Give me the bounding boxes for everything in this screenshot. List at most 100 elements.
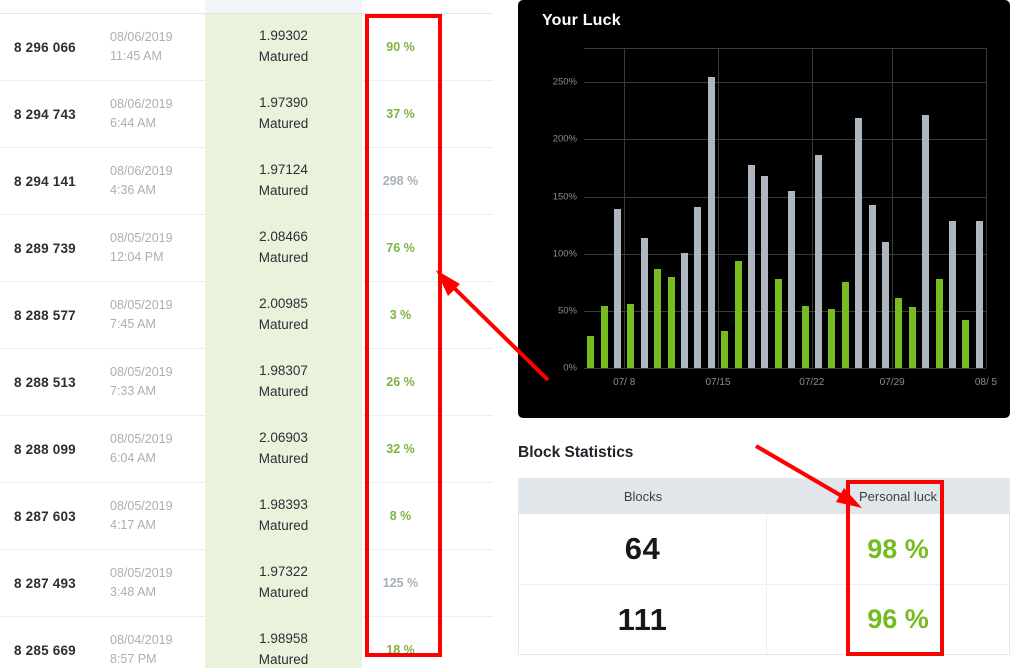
cell-date-time: 4:17 AM (110, 518, 156, 532)
cell-luck: 125 % (382, 576, 419, 590)
cell-amount-status: Matured (258, 250, 309, 265)
cell-amount-value: 1.97322 (259, 564, 308, 580)
cell-date: 08/05/2019 3:48 AM (110, 550, 205, 616)
cell-date-time: 6:04 AM (110, 451, 156, 465)
chart-bar (627, 304, 635, 368)
cell-date-day: 08/05/2019 (110, 364, 173, 379)
cell-date-day: 08/06/2019 (110, 163, 173, 178)
cell-amount-value: 1.99302 (259, 28, 308, 44)
chart-bar (721, 331, 729, 368)
table-row[interactable]: 8 288 099 08/05/2019 6:04 AM 2.06903 Matured… (0, 416, 493, 483)
block-statistics-row: 111 96 % (519, 584, 1009, 654)
chart-bar (922, 115, 930, 368)
chart-xtick-label: 07/22 (799, 377, 825, 388)
stat-tail-cell (947, 514, 1009, 584)
cell-tail (439, 81, 493, 147)
cell-amount-value: 1.97390 (259, 95, 308, 111)
cell-block-height: 8 294 743 (14, 106, 76, 122)
cell-block-height: 8 288 513 (14, 374, 76, 390)
cell-date-time: 3:48 AM (110, 585, 156, 599)
cell-amount-status: Matured (258, 116, 309, 131)
cell-date-day: 08/06/2019 (110, 96, 173, 111)
cell-date: 08/05/2019 4:17 AM (110, 483, 205, 549)
stat-personal-luck-value: 96 % (867, 604, 929, 634)
cell-amount: 1.97322 Matured (205, 550, 362, 616)
cell-date-day: 08/05/2019 (110, 431, 173, 446)
cell-amount-value: 2.06903 (259, 430, 308, 446)
cell-date-time: 7:45 AM (110, 317, 156, 331)
table-row[interactable]: 8 294 141 08/06/2019 4:36 AM 1.97124 Matured… (0, 148, 493, 215)
cell-date-time: 8:57 PM (110, 652, 157, 666)
chart-gridline-x (718, 48, 719, 368)
cell-date: 08/05/2019 7:45 AM (110, 282, 205, 348)
table-row[interactable]: 8 288 577 08/05/2019 7:45 AM 2.00985 Matured… (0, 282, 493, 349)
chart-bar (841, 282, 849, 368)
chart-bar (748, 164, 755, 368)
cell-luck: 90 % (386, 40, 415, 54)
chart-bar (654, 268, 662, 368)
chart-bar (788, 190, 796, 368)
table-row-partial (0, 0, 493, 14)
chart-bar (761, 176, 769, 368)
blocks-table-body: 8 296 066 08/06/2019 11:45 AM 1.99302 Mature… (0, 0, 493, 668)
chart-bar (614, 209, 621, 368)
cell-date: 08/06/2019 4:36 AM (110, 148, 205, 214)
cell-block-height: 8 296 066 (14, 39, 76, 55)
cell-block-height: 8 287 603 (14, 508, 76, 524)
cell-date-time: 11:45 AM (110, 49, 162, 63)
table-row[interactable]: 8 285 669 08/04/2019 8:57 PM 1.98958 Matured… (0, 617, 493, 668)
cell-luck: 8 % (389, 509, 412, 523)
cell-block-height: 8 294 141 (14, 173, 76, 189)
cell-amount-status: Matured (258, 451, 309, 466)
chart-gridline-x (892, 48, 894, 368)
chart-gridline-y (584, 82, 986, 84)
chart-gridline-y (584, 368, 986, 369)
cell-amount: 1.97124 Matured (205, 148, 362, 214)
cell-luck: 76 % (386, 241, 415, 255)
cell-block-height: 8 289 739 (14, 240, 76, 256)
table-row[interactable]: 8 287 493 08/05/2019 3:48 AM 1.97322 Matured… (0, 550, 493, 617)
cell-amount: 2.00985 Matured (205, 282, 362, 348)
cell-date-day: 08/05/2019 (110, 230, 173, 245)
stat-spacer-cell (767, 514, 849, 584)
cell-amount: 1.98958 Matured (205, 617, 362, 668)
block-statistics-body: 64 98 % 111 96 % (519, 514, 1009, 654)
cell-amount: 1.99302 Matured (205, 14, 362, 80)
chart-bar (815, 155, 822, 368)
chart-bar (640, 237, 648, 368)
cell-amount: 1.97390 Matured (205, 81, 362, 147)
cell-date-time: 4:36 AM (110, 183, 156, 197)
table-row[interactable]: 8 296 066 08/06/2019 11:45 AM 1.99302 Mature… (0, 14, 493, 81)
cell-date-day: 08/05/2019 (110, 498, 173, 513)
stat-blocks-value: 64 (624, 531, 661, 566)
table-row[interactable]: 8 287 603 08/05/2019 4:17 AM 1.98393 Matured… (0, 483, 493, 550)
chart-bar (707, 76, 715, 368)
table-row[interactable]: 8 289 739 08/05/2019 12:04 PM 2.08466 Mature… (0, 215, 493, 282)
cell-amount-status: Matured (258, 317, 309, 332)
cell-date-day: 08/05/2019 (110, 297, 173, 312)
chart-bar (801, 306, 809, 368)
cell-amount-value: 2.00985 (259, 296, 308, 312)
stat-blocks-value: 111 (617, 601, 668, 637)
cell-tail (439, 14, 493, 80)
chart-bar (600, 306, 608, 368)
cell-amount-value: 1.98958 (259, 631, 308, 647)
table-row[interactable]: 8 294 743 08/06/2019 6:44 AM 1.97390 Matured… (0, 81, 493, 148)
cell-amount: 1.98307 Matured (205, 349, 362, 415)
blocks-table-pane[interactable]: 8 296 066 08/06/2019 11:45 AM 1.99302 Mature… (0, 0, 493, 668)
chart-gridline-x (986, 48, 987, 368)
header-blocks: Blocks (623, 489, 663, 504)
chart-bar (855, 117, 863, 368)
cell-tail (439, 483, 493, 549)
cell-date: 08/04/2019 8:57 PM (110, 617, 205, 668)
chart-bar (882, 242, 889, 368)
cell-amount: 2.06903 Matured (205, 416, 362, 482)
cell-date-time: 12:04 PM (110, 250, 164, 264)
chart-ytick-label: 250% (552, 76, 577, 88)
cell-amount-status: Matured (258, 49, 309, 64)
chart-bar (774, 278, 782, 368)
cell-date: 08/05/2019 12:04 PM (110, 215, 205, 281)
annotation-arrow-to-personal-luck (754, 444, 862, 508)
chart-xtick-label: 07/15 (705, 377, 731, 388)
table-row[interactable]: 8 288 513 08/05/2019 7:33 AM 1.98307 Matured… (0, 349, 493, 416)
